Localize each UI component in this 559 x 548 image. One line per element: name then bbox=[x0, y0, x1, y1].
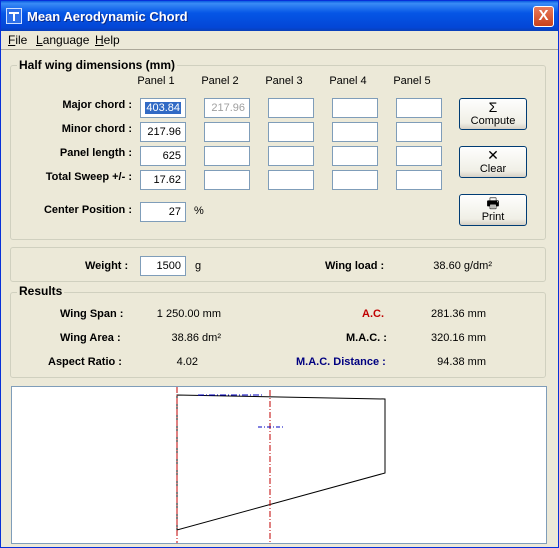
menu-help[interactable]: Help bbox=[95, 33, 120, 47]
mac-distance-label: M.A.C. Distance : bbox=[296, 356, 386, 368]
app-icon bbox=[6, 8, 22, 24]
compute-button[interactable]: Σ Compute bbox=[459, 98, 527, 130]
mac-label: M.A.C. : bbox=[346, 332, 387, 344]
major-chord-panel-2-input[interactable]: 217.96 bbox=[204, 98, 250, 118]
wing-planform bbox=[176, 394, 386, 531]
panel-length-panel-2-input[interactable] bbox=[204, 146, 250, 166]
ac-value: 281.36 mm bbox=[430, 308, 486, 320]
wing-load-value: 38.60 g/dm² bbox=[433, 260, 492, 272]
center-position-unit: % bbox=[194, 205, 204, 217]
aspect-ratio-label: Aspect Ratio : bbox=[48, 356, 122, 368]
total-sweep-panel-1-input[interactable]: 17.62 bbox=[140, 170, 186, 190]
close-button[interactable]: X bbox=[533, 6, 554, 27]
total-sweep-label: Total Sweep +/- : bbox=[45, 171, 132, 183]
menu-separator bbox=[1, 49, 558, 50]
aspect-ratio-value: 4.02 bbox=[176, 356, 198, 368]
total-sweep-panel-2-input[interactable] bbox=[204, 170, 250, 190]
printer-icon: 🖶 bbox=[486, 195, 500, 211]
minor-chord-panel-2-input[interactable] bbox=[204, 122, 250, 142]
wing-drawing bbox=[176, 387, 386, 543]
wing-span-label: Wing Span : bbox=[60, 308, 124, 320]
weight-input[interactable]: 1500 bbox=[140, 256, 186, 276]
panel-3-header: Panel 3 bbox=[265, 75, 303, 87]
wing-drawing-canvas bbox=[11, 386, 547, 544]
panel-length-label: Panel length : bbox=[59, 147, 132, 159]
panel-1-header: Panel 1 bbox=[137, 75, 175, 87]
minor-chord-panel-3-input[interactable] bbox=[268, 122, 314, 142]
clear-button-label: Clear bbox=[479, 163, 507, 175]
menu-bar: File Language Help bbox=[1, 31, 558, 49]
minor-chord-label: Minor chord : bbox=[61, 123, 132, 135]
panel-length-panel-1-input[interactable]: 625 bbox=[140, 146, 186, 166]
weight-unit: g bbox=[195, 260, 202, 272]
total-sweep-panel-4-input[interactable] bbox=[332, 170, 378, 190]
total-sweep-panel-5-input[interactable] bbox=[396, 170, 442, 190]
major-chord-label: Major chord : bbox=[62, 99, 132, 111]
major-chord-panel-1-input[interactable]: 403.84 bbox=[140, 98, 186, 118]
panel-5-header: Panel 5 bbox=[393, 75, 431, 87]
panel-length-panel-5-input[interactable] bbox=[396, 146, 442, 166]
center-position-input[interactable]: 27 bbox=[140, 202, 186, 222]
weight-label: Weight : bbox=[85, 260, 129, 272]
dimensions-title: Half wing dimensions (mm) bbox=[17, 58, 178, 72]
panel-4-header: Panel 4 bbox=[329, 75, 367, 87]
clear-button[interactable]: ✕ Clear bbox=[459, 146, 527, 178]
x-mark-icon: ✕ bbox=[487, 147, 499, 163]
minor-chord-panel-1-input[interactable]: 217.96 bbox=[140, 122, 186, 142]
wing-load-label: Wing load : bbox=[325, 260, 385, 272]
wing-span-value: 1 250.00 mm bbox=[156, 308, 221, 320]
major-chord-panel-5-input[interactable] bbox=[396, 98, 442, 118]
main-window: Mean Aerodynamic Chord X File Language H… bbox=[0, 0, 559, 548]
center-position-label: Center Position : bbox=[43, 204, 132, 216]
wing-area-label: Wing Area : bbox=[60, 332, 121, 344]
window-title: Mean Aerodynamic Chord bbox=[27, 9, 188, 24]
total-sweep-panel-3-input[interactable] bbox=[268, 170, 314, 190]
menu-language[interactable]: Language bbox=[36, 33, 89, 47]
major-chord-panel-3-input[interactable] bbox=[268, 98, 314, 118]
panel-length-panel-4-input[interactable] bbox=[332, 146, 378, 166]
compute-button-label: Compute bbox=[470, 115, 516, 127]
mac-distance-value: 94.38 mm bbox=[437, 356, 486, 368]
menu-file[interactable]: File bbox=[8, 33, 27, 47]
panel-2-header: Panel 2 bbox=[201, 75, 239, 87]
minor-chord-panel-5-input[interactable] bbox=[396, 122, 442, 142]
minor-chord-panel-4-input[interactable] bbox=[332, 122, 378, 142]
results-title: Results bbox=[17, 284, 65, 298]
print-button-label: Print bbox=[481, 211, 505, 223]
print-button[interactable]: 🖶 Print bbox=[459, 194, 527, 226]
ac-label: A.C. bbox=[362, 308, 384, 320]
mac-value: 320.16 mm bbox=[430, 332, 486, 344]
major-chord-panel-4-input[interactable] bbox=[332, 98, 378, 118]
title-bar[interactable]: Mean Aerodynamic Chord X bbox=[1, 1, 558, 31]
sigma-icon: Σ bbox=[488, 99, 498, 115]
wing-area-value: 38.86 dm² bbox=[171, 332, 221, 344]
panel-length-panel-3-input[interactable] bbox=[268, 146, 314, 166]
